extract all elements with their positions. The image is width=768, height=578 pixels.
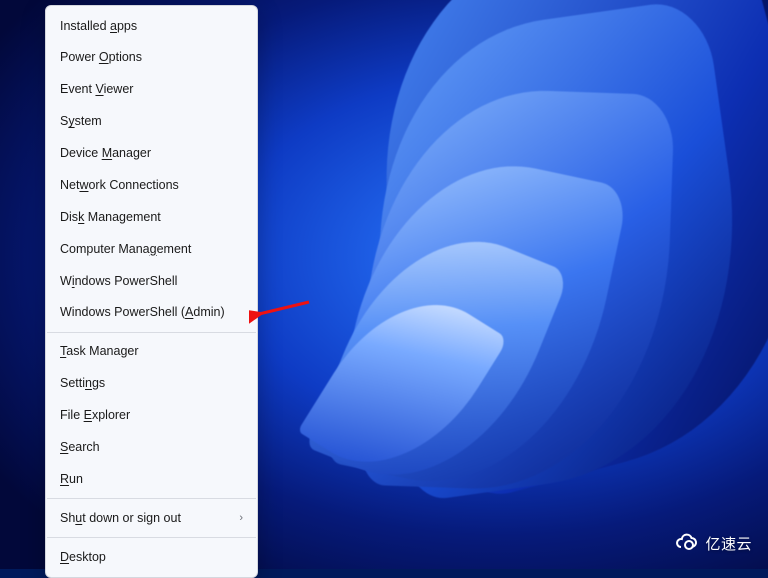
menu-separator [47,332,256,333]
menu-separator [47,498,256,499]
menu-item-label: Windows PowerShell (Admin) [60,304,225,321]
menu-item-5[interactable]: Network Connections [46,169,257,201]
menu-item-6[interactable]: Disk Management [46,201,257,233]
menu-item-1[interactable]: Power Options [46,42,257,74]
menu-item-11[interactable]: Settings [46,368,257,400]
menu-item-label: System [60,113,102,130]
menu-item-label: Disk Management [60,209,161,226]
menu-item-label: Network Connections [60,177,179,194]
menu-item-label: Desktop [60,549,106,566]
watermark: 亿速云 [675,531,752,555]
menu-item-label: Windows PowerShell [60,273,177,290]
menu-item-label: Event Viewer [60,81,133,98]
winx-context-menu[interactable]: Installed apps Power Options Event Viewer S… [45,5,258,578]
menu-item-label: Computer Management [60,241,191,258]
menu-item-label: Device Manager [60,145,151,162]
chevron-right-icon: › [239,511,243,526]
menu-item-2[interactable]: Event Viewer [46,74,257,106]
menu-item-label: Run [60,471,83,488]
menu-item-label: Installed apps [60,18,137,35]
menu-item-label: Power Options [60,49,142,66]
menu-item-10[interactable]: Task Manager [46,336,257,368]
menu-item-12[interactable]: File Explorer [46,400,257,432]
menu-item-9[interactable]: Windows PowerShell (Admin) [46,297,257,329]
menu-item-label: Search [60,439,100,456]
menu-item-label: Shut down or sign out [60,510,181,527]
menu-item-0[interactable]: Installed apps [46,10,257,42]
menu-item-label: Task Manager [60,343,139,360]
menu-item-3[interactable]: System [46,106,257,138]
menu-item-8[interactable]: Windows PowerShell [46,265,257,297]
cloud-icon [675,531,699,555]
menu-item-13[interactable]: Search [46,431,257,463]
menu-item-7[interactable]: Computer Management [46,233,257,265]
watermark-text: 亿速云 [705,533,752,554]
menu-item-label: Settings [60,375,105,392]
menu-item-14[interactable]: Run [46,463,257,495]
menu-item-15[interactable]: Shut down or sign out › [46,502,257,534]
menu-item-4[interactable]: Device Manager [46,138,257,170]
menu-item-label: File Explorer [60,407,130,424]
menu-separator [47,537,256,538]
menu-item-16[interactable]: Desktop [46,541,257,573]
